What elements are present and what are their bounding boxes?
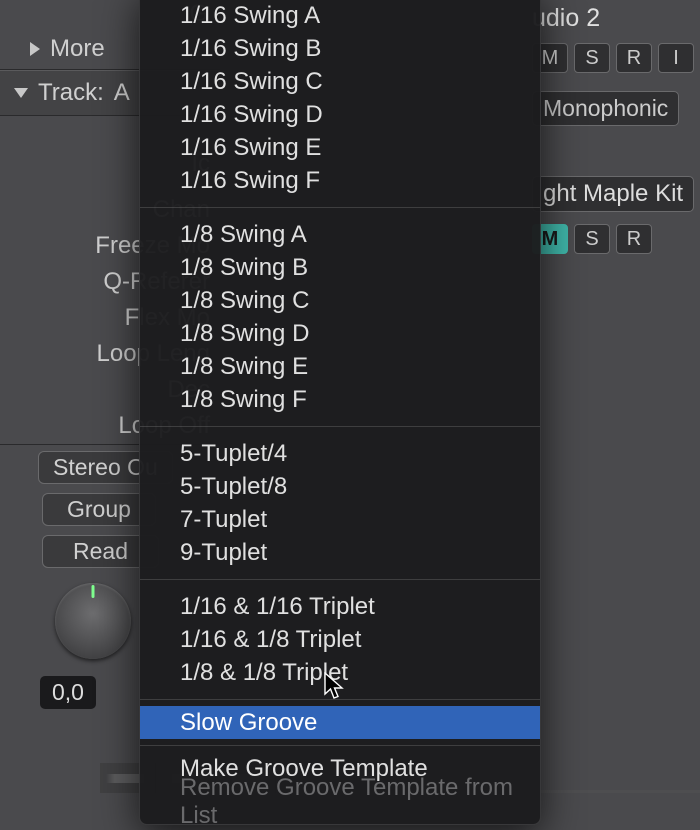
- menu-item-swing8f[interactable]: 1/8 Swing F: [140, 383, 540, 416]
- menu-item-triplet-168[interactable]: 1/16 & 1/8 Triplet: [140, 623, 540, 656]
- pan-value-field[interactable]: 0,0: [40, 676, 96, 709]
- menu-item-swing8d[interactable]: 1/8 Swing D: [140, 317, 540, 350]
- menu-item-remove-groove-template: Remove Groove Template from List: [140, 785, 540, 818]
- track-macro-buttons-2: M S R: [532, 224, 700, 254]
- more-label: More: [50, 35, 105, 63]
- input-monitor-button[interactable]: I: [658, 43, 694, 73]
- menu-item-triplet-1616[interactable]: 1/16 & 1/16 Triplet: [140, 590, 540, 623]
- menu-item-7tuplet[interactable]: 7-Tuplet: [140, 503, 540, 536]
- menu-item-swing8c[interactable]: 1/8 Swing C: [140, 284, 540, 317]
- menu-item-swing16c[interactable]: 1/16 Swing C: [140, 65, 540, 98]
- quantize-groove-menu: 1/16 Swing A 1/16 Swing B 1/16 Swing C 1…: [139, 0, 541, 825]
- menu-item-9tuplet[interactable]: 9-Tuplet: [140, 536, 540, 569]
- record-button-2[interactable]: R: [616, 224, 652, 254]
- record-button[interactable]: R: [616, 43, 652, 73]
- menu-item-swing16d[interactable]: 1/16 Swing D: [140, 98, 540, 131]
- track-label: Track:: [38, 79, 104, 107]
- tracks-area-bg: [530, 290, 700, 790]
- menu-separator: [140, 579, 540, 580]
- menu-item-slow-groove[interactable]: Slow Groove: [140, 706, 540, 739]
- menu-item-swing8e[interactable]: 1/8 Swing E: [140, 350, 540, 383]
- menu-item-swing16e[interactable]: 1/16 Swing E: [140, 131, 540, 164]
- menu-item-swing8b[interactable]: 1/8 Swing B: [140, 251, 540, 284]
- track-value-partial: A: [114, 79, 130, 107]
- pan-knob[interactable]: [55, 583, 131, 659]
- track-macro-buttons-1: M S R I: [532, 43, 700, 73]
- menu-separator: [140, 745, 540, 746]
- menu-separator: [140, 426, 540, 427]
- menu-item-5tuplet8[interactable]: 5-Tuplet/8: [140, 470, 540, 503]
- menu-item-swing8a[interactable]: 1/8 Swing A: [140, 218, 540, 251]
- channel-strip-top: udio 2 M S R I Monophonic ght Maple Kit …: [530, 0, 700, 272]
- menu-item-swing16f[interactable]: 1/16 Swing F: [140, 164, 540, 197]
- track-header-partial: udio 2: [532, 0, 700, 43]
- solo-button-2[interactable]: S: [574, 224, 610, 254]
- channel-mode-button[interactable]: Monophonic: [532, 91, 679, 126]
- menu-item-swing16b[interactable]: 1/16 Swing B: [140, 32, 540, 65]
- menu-item-swing16a[interactable]: 1/16 Swing A: [140, 0, 540, 32]
- instrument-name-partial[interactable]: ght Maple Kit: [532, 176, 694, 212]
- disclosure-down-icon: [14, 88, 28, 98]
- disclosure-right-icon: [30, 42, 40, 56]
- solo-button[interactable]: S: [574, 43, 610, 73]
- menu-separator: [140, 207, 540, 208]
- menu-item-5tuplet4[interactable]: 5-Tuplet/4: [140, 437, 540, 470]
- cursor-arrow-icon: [324, 672, 352, 700]
